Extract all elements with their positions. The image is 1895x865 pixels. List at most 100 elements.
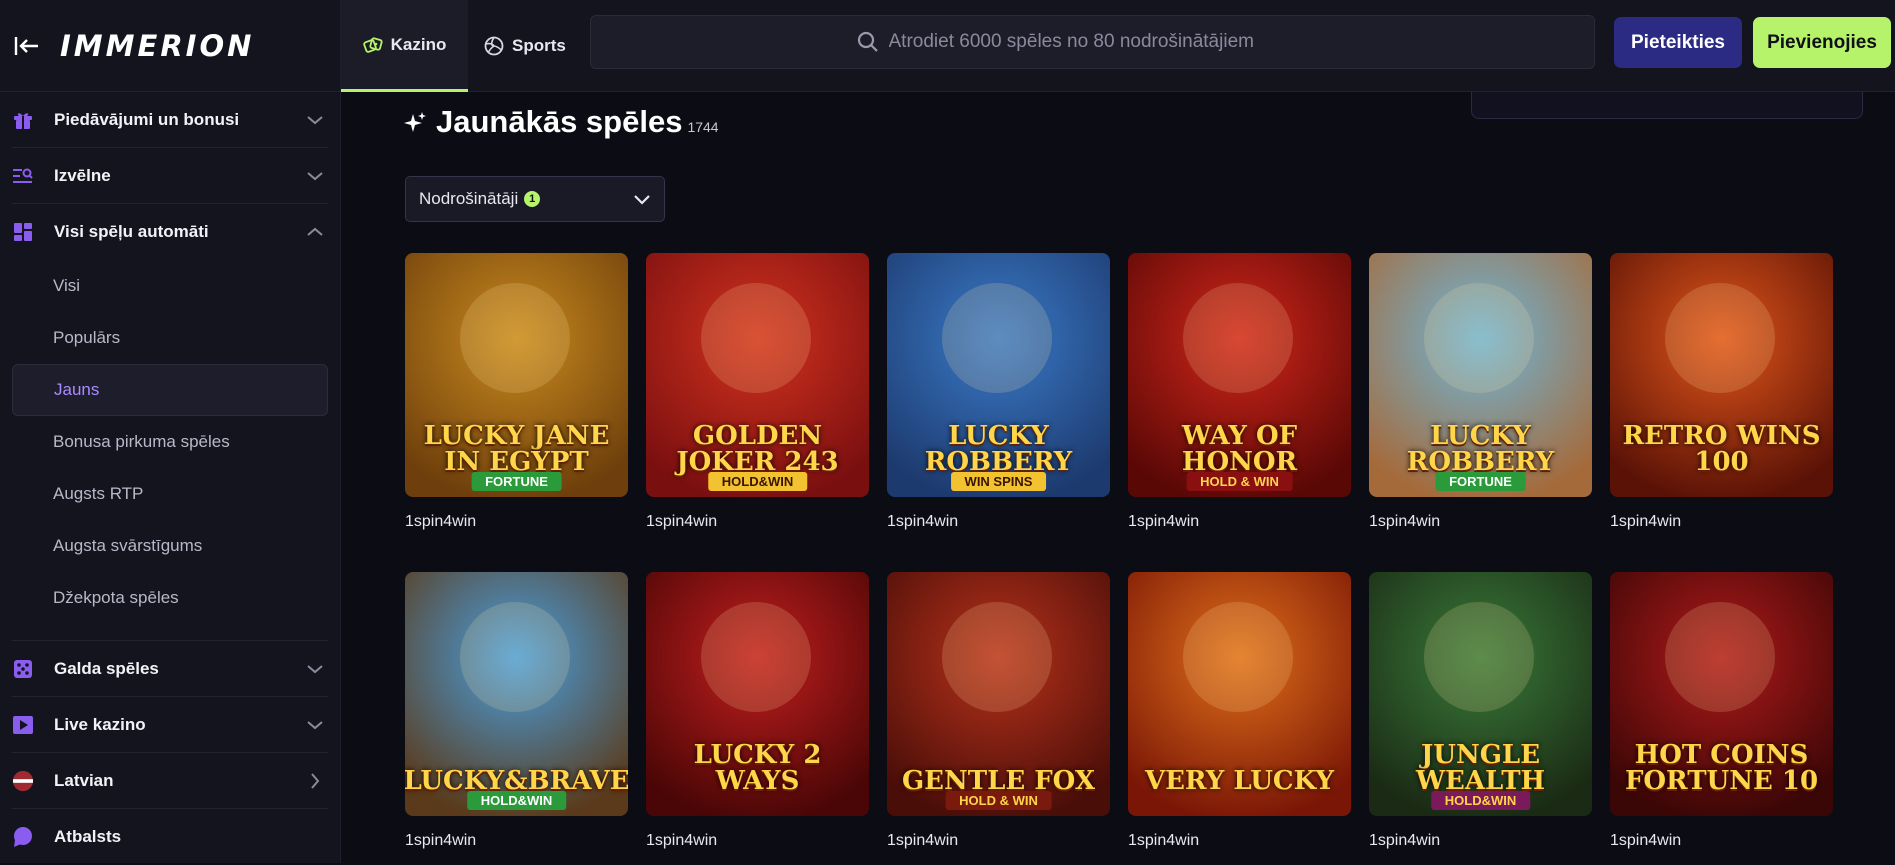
game-provider: 1spin4win <box>1610 513 1682 530</box>
game-title: LUCKY JANE IN EGYPT <box>423 421 610 477</box>
game-thumbnail[interactable]: HOT COINS FORTUNE 10 <box>1610 572 1833 816</box>
games-count: 1744 <box>687 119 719 135</box>
top-bar: Kazino Sports Pieteikties Pievienojies <box>341 0 1895 92</box>
game-card[interactable]: WAY OF HONOR HOLD & WIN 1spin4win <box>1128 253 1351 531</box>
game-feature-tag: HOLD&WIN <box>466 791 567 810</box>
collapse-sidebar-button[interactable] <box>12 31 42 61</box>
promo-banner[interactable] <box>1471 92 1863 119</box>
game-card[interactable]: LUCKY JANE IN EGYPT FORTUNE 1spin4win <box>405 253 628 531</box>
game-thumbnail[interactable]: GENTLE FOX HOLD & WIN <box>887 572 1110 816</box>
game-thumbnail[interactable]: LUCKY ROBBERY FORTUNE <box>1369 253 1592 497</box>
chevron-down-icon <box>304 658 326 680</box>
sidebar-section-support[interactable]: Atbalsts <box>12 809 328 865</box>
chevron-down-icon <box>632 189 652 214</box>
game-feature-tag: WIN SPINS <box>950 472 1047 491</box>
thumbnail-decoration <box>460 283 570 393</box>
submenu-item-all[interactable]: Visi <box>12 260 328 312</box>
thumbnail-decoration <box>701 283 811 393</box>
chevron-up-icon <box>304 221 326 243</box>
slots-submenu: Visi Populārs Jauns Bonusa pirkuma spēle… <box>12 260 328 641</box>
game-title: LUCKY 2 WAYS <box>693 740 822 796</box>
sidebar-section-live-casino[interactable]: Live kazino <box>12 697 328 753</box>
game-card[interactable]: LUCKY 2 WAYS 1spin4win <box>646 572 869 850</box>
game-card[interactable]: LUCKY ROBBERY FORTUNE 1spin4win <box>1369 253 1592 531</box>
gift-icon <box>12 109 34 131</box>
game-provider: 1spin4win <box>1610 832 1682 849</box>
game-card[interactable]: VERY LUCKY 1spin4win <box>1128 572 1351 850</box>
submenu-item-high-volatility[interactable]: Augsta svārstīgums <box>12 520 328 572</box>
search-input[interactable] <box>888 31 1329 53</box>
page-title: Jaunākās spēles <box>436 104 683 139</box>
game-provider: 1spin4win <box>646 513 718 530</box>
sidebar-section-label: Live kazino <box>54 714 146 734</box>
game-feature-tag: FORTUNE <box>1435 472 1526 491</box>
submenu-item-jackpot[interactable]: Džekpota spēles <box>12 572 328 624</box>
thumbnail-decoration <box>1665 602 1775 712</box>
game-thumbnail[interactable]: JUNGLE WEALTH HOLD&WIN <box>1369 572 1592 816</box>
menu-search-icon <box>12 165 34 187</box>
sidebar-section-all-slots[interactable]: Visi spēļu automāti <box>12 204 328 260</box>
login-button[interactable]: Pieteikties <box>1614 17 1742 68</box>
game-thumbnail[interactable]: GOLDEN JOKER 243 HOLD&WIN <box>646 253 869 497</box>
game-card[interactable]: GENTLE FOX HOLD & WIN 1spin4win <box>887 572 1110 850</box>
game-thumbnail[interactable]: LUCKY ROBBERY WIN SPINS <box>887 253 1110 497</box>
chevron-right-icon <box>304 770 326 792</box>
tab-label: Kazino <box>390 34 447 54</box>
submenu-item-new[interactable]: Jauns <box>12 364 328 416</box>
game-card[interactable]: GOLDEN JOKER 243 HOLD&WIN 1spin4win <box>646 253 869 531</box>
game-provider: 1spin4win <box>1128 513 1200 530</box>
sidebar-section-language[interactable]: Latvian <box>12 753 328 809</box>
game-card[interactable]: LUCKY ROBBERY WIN SPINS 1spin4win <box>887 253 1110 531</box>
game-card[interactable]: JUNGLE WEALTH HOLD&WIN 1spin4win <box>1369 572 1592 850</box>
chevron-down-icon <box>304 165 326 187</box>
game-title: GOLDEN JOKER 243 <box>676 421 839 477</box>
game-card[interactable]: RETRO WINS 100 1spin4win <box>1610 253 1833 531</box>
brand-logo[interactable]: IMMERION <box>60 29 254 63</box>
submenu-item-popular[interactable]: Populārs <box>12 312 328 364</box>
game-title: LUCKY ROBBERY <box>1406 421 1555 477</box>
collapse-arrow-icon <box>14 36 38 55</box>
game-card[interactable]: LUCKY&BRAVE HOLD&WIN 1spin4win <box>405 572 628 850</box>
flag-icon <box>12 770 34 792</box>
sidebar-section-label: Galda spēles <box>54 658 159 678</box>
chevron-down-icon <box>304 714 326 736</box>
game-thumbnail[interactable]: LUCKY 2 WAYS <box>646 572 869 816</box>
volleyball-icon <box>484 36 504 56</box>
sidebar-section-label: Izvēlne <box>54 165 111 185</box>
game-thumbnail[interactable]: LUCKY&BRAVE HOLD&WIN <box>405 572 628 816</box>
sidebar-section-offers[interactable]: Piedāvājumi un bonusi <box>12 92 328 148</box>
game-thumbnail[interactable]: WAY OF HONOR HOLD & WIN <box>1128 253 1351 497</box>
sidebar-section-label: Piedāvājumi un bonusi <box>54 109 240 129</box>
game-title: JUNGLE WEALTH <box>1415 740 1546 796</box>
submenu-item-bonus-buy[interactable]: Bonusa pirkuma spēles <box>12 416 328 468</box>
game-title: LUCKY ROBBERY <box>924 421 1073 477</box>
sparkle-icon <box>404 110 428 134</box>
game-feature-tag: HOLD&WIN <box>707 472 808 491</box>
game-provider: 1spin4win <box>1369 832 1441 849</box>
game-title: RETRO WINS 100 <box>1622 421 1821 477</box>
provider-filter-dropdown[interactable]: Nodrošinātāji 1 <box>405 176 665 222</box>
game-feature-tag: FORTUNE <box>471 472 562 491</box>
filter-count-badge: 1 <box>524 191 541 207</box>
casino-chips-icon <box>362 36 383 54</box>
game-provider: 1spin4win <box>1369 513 1441 530</box>
sidebar: IMMERION Piedāvājumi un bonusi Izvēlne V… <box>0 0 341 863</box>
join-button[interactable]: Pievienojies <box>1753 17 1891 68</box>
tab-kazino[interactable]: Kazino <box>341 0 468 92</box>
submenu-item-high-rtp[interactable]: Augsts RTP <box>12 468 328 520</box>
sidebar-section-menu[interactable]: Izvēlne <box>12 148 328 204</box>
sidebar-section-table-games[interactable]: Galda spēles <box>12 641 328 697</box>
game-provider: 1spin4win <box>1128 832 1200 849</box>
thumbnail-decoration <box>1424 602 1534 712</box>
thumbnail-decoration <box>942 283 1052 393</box>
game-thumbnail[interactable]: RETRO WINS 100 <box>1610 253 1833 497</box>
game-card[interactable]: HOT COINS FORTUNE 10 1spin4win <box>1610 572 1833 850</box>
play-icon <box>12 714 34 736</box>
game-thumbnail[interactable]: VERY LUCKY <box>1128 572 1351 816</box>
tab-sports[interactable]: Sports <box>484 0 566 92</box>
game-thumbnail[interactable]: LUCKY JANE IN EGYPT FORTUNE <box>405 253 628 497</box>
sidebar-header: IMMERION <box>0 0 340 92</box>
game-feature-tag: HOLD & WIN <box>945 791 1052 810</box>
grid-icon <box>12 221 34 243</box>
thumbnail-decoration <box>1424 283 1534 393</box>
